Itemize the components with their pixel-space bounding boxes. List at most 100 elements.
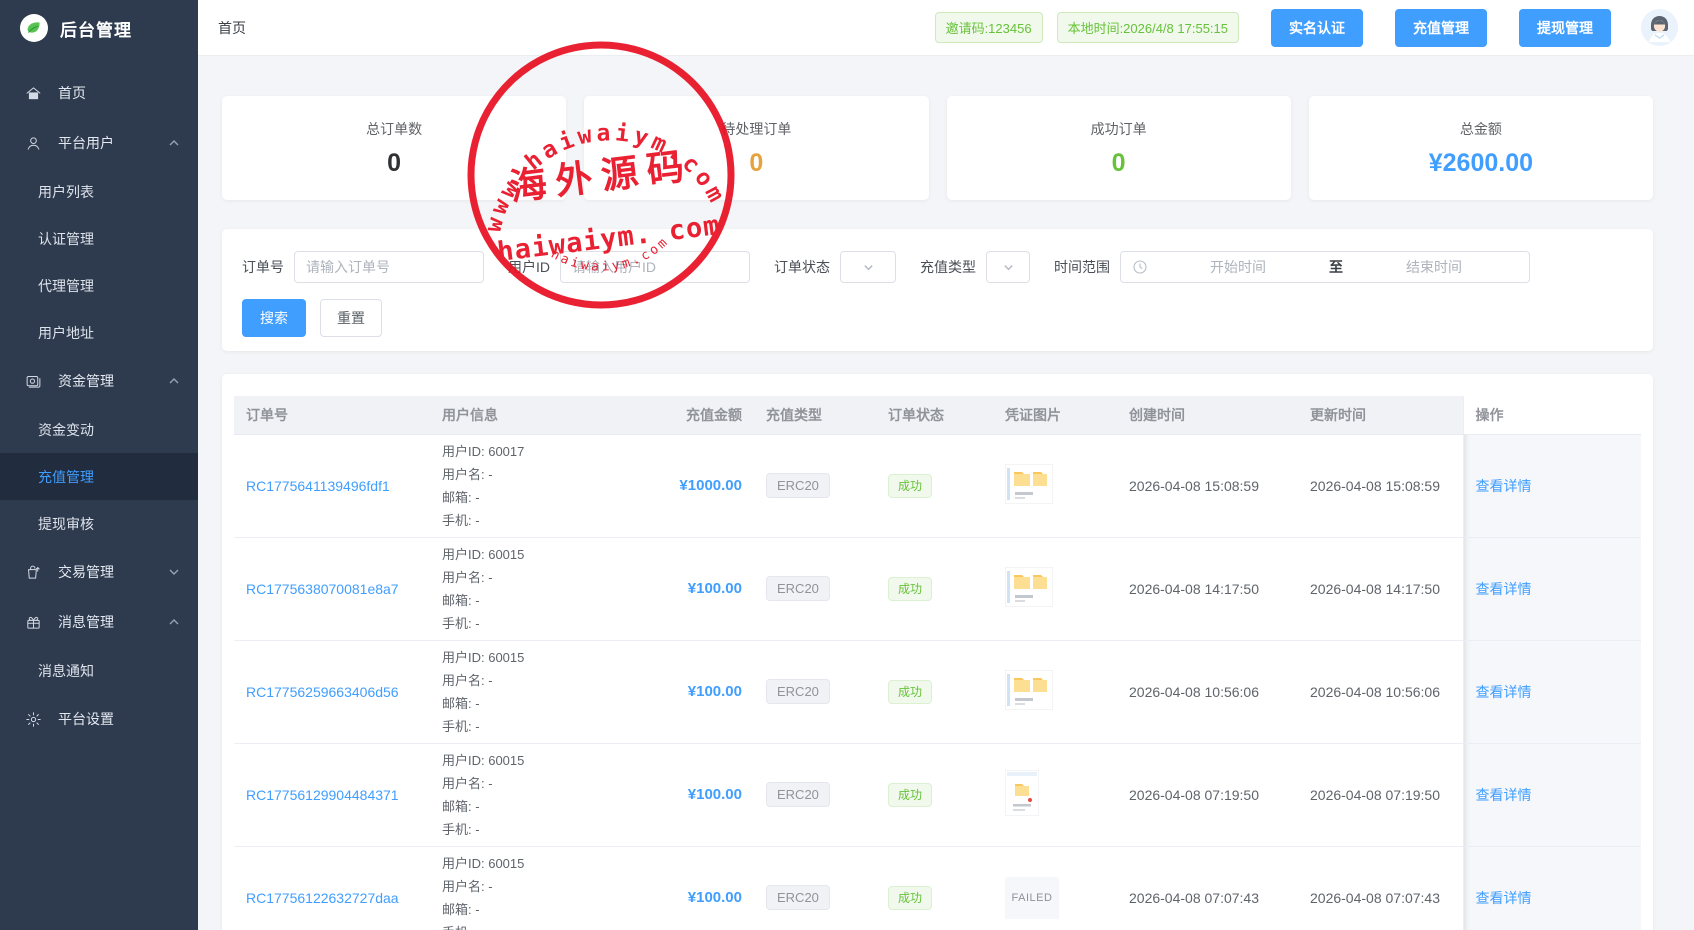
sub-label: 用户列表 bbox=[38, 182, 94, 202]
order-no-link[interactable]: RC1775641139496fdf1 bbox=[246, 478, 390, 494]
sidebar-item-message-notify[interactable]: 消息通知 bbox=[0, 647, 198, 694]
stat-label: 总订单数 bbox=[366, 119, 422, 139]
email-line: 邮箱: - bbox=[442, 486, 620, 509]
filter-panel: 订单号 用户ID 订单状态 充值类型 时间范围 bbox=[222, 229, 1653, 351]
recharge-manage-button[interactable]: 充值管理 bbox=[1395, 9, 1487, 47]
stat-card-total-amount: 总金额 ¥2600.00 bbox=[1309, 96, 1653, 200]
phone-line: 手机: - bbox=[442, 818, 620, 841]
time-range-picker[interactable]: 开始时间 至 结束时间 bbox=[1120, 251, 1530, 283]
col-actions: 操作 bbox=[1463, 396, 1641, 434]
order-status-select[interactable] bbox=[840, 251, 896, 283]
email-line: 邮箱: - bbox=[442, 898, 620, 921]
sidebar-item-platform-users[interactable]: 平台用户 bbox=[0, 118, 198, 168]
email-line: 邮箱: - bbox=[442, 589, 620, 612]
table-body: RC1775641139496fdf1 用户ID: 60017 用户名: - 邮… bbox=[234, 434, 1641, 930]
local-time-badge: 本地时间:2026/4/8 17:55:15 bbox=[1057, 12, 1239, 43]
voucher-image-thumbnail[interactable] bbox=[1005, 567, 1053, 610]
col-updated: 更新时间 bbox=[1298, 396, 1463, 434]
leaf-logo-icon bbox=[20, 14, 48, 42]
sidebar-item-trade[interactable]: 交易管理 bbox=[0, 547, 198, 597]
created-time: 2026-04-08 07:07:43 bbox=[1117, 846, 1298, 930]
realname-auth-button[interactable]: 实名认证 bbox=[1271, 9, 1363, 47]
stat-label: 待处理订单 bbox=[721, 119, 791, 139]
sidebar-item-recharge-manage[interactable]: 充值管理 bbox=[0, 453, 198, 500]
table-row: RC1775638070081e8a7 用户ID: 60015 用户名: - 邮… bbox=[234, 537, 1641, 640]
col-status: 订单状态 bbox=[876, 396, 993, 434]
end-time-placeholder[interactable]: 结束时间 bbox=[1351, 257, 1517, 277]
reset-button[interactable]: 重置 bbox=[320, 299, 382, 337]
view-detail-link[interactable]: 查看详情 bbox=[1476, 478, 1532, 494]
order-no-link[interactable]: RC17756122632727daa bbox=[246, 890, 399, 906]
invite-code-badge: 邀请码:123456 bbox=[935, 12, 1043, 43]
withdraw-manage-button[interactable]: 提现管理 bbox=[1519, 9, 1611, 47]
breadcrumb[interactable]: 首页 bbox=[218, 18, 246, 38]
table-row: RC17756259663406d56 用户ID: 60015 用户名: - 邮… bbox=[234, 640, 1641, 743]
sidebar-item-withdraw-review[interactable]: 提现审核 bbox=[0, 500, 198, 547]
recharge-type-tag: ERC20 bbox=[766, 782, 830, 807]
chevron-down-icon bbox=[168, 566, 180, 578]
sidebar: 后台管理 首页 平台用户 用户列表 认证管理 代理管理 用户地址 bbox=[0, 0, 198, 930]
status-badge: 成功 bbox=[888, 680, 932, 704]
recharge-type-tag: ERC20 bbox=[766, 576, 830, 601]
username-line: 用户名: - bbox=[442, 772, 620, 795]
view-detail-link[interactable]: 查看详情 bbox=[1476, 787, 1532, 803]
sidebar-item-auth-manage[interactable]: 认证管理 bbox=[0, 215, 198, 262]
order-no-input[interactable] bbox=[294, 251, 484, 283]
username-line: 用户名: - bbox=[442, 669, 620, 692]
order-no-link[interactable]: RC17756129904484371 bbox=[246, 787, 399, 803]
start-time-placeholder[interactable]: 开始时间 bbox=[1155, 257, 1321, 277]
sidebar-item-user-list[interactable]: 用户列表 bbox=[0, 168, 198, 215]
topbar-right: 邀请码:123456 本地时间:2026/4/8 17:55:15 实名认证 充… bbox=[935, 9, 1678, 47]
voucher-failed-placeholder[interactable]: FAILED bbox=[1005, 877, 1059, 919]
chevron-up-icon bbox=[168, 375, 180, 387]
phone-line: 手机: - bbox=[442, 715, 620, 738]
sidebar-item-label: 消息管理 bbox=[58, 612, 168, 632]
recharge-type-tag: ERC20 bbox=[766, 679, 830, 704]
stat-value: ¥2600.00 bbox=[1429, 149, 1533, 178]
sidebar-item-user-address[interactable]: 用户地址 bbox=[0, 309, 198, 356]
voucher-image-thumbnail[interactable] bbox=[1005, 770, 1039, 819]
app-title: 后台管理 bbox=[60, 16, 132, 41]
sidebar-item-home[interactable]: 首页 bbox=[0, 68, 198, 118]
search-button[interactable]: 搜索 bbox=[242, 299, 306, 337]
table-row: RC1775641139496fdf1 用户ID: 60017 用户名: - 邮… bbox=[234, 434, 1641, 537]
user-id-line: 用户ID: 60015 bbox=[442, 646, 620, 669]
order-no-link[interactable]: RC17756259663406d56 bbox=[246, 684, 399, 700]
stat-card-success-orders: 成功订单 0 bbox=[947, 96, 1291, 200]
sidebar-item-agent-manage[interactable]: 代理管理 bbox=[0, 262, 198, 309]
sidebar-item-platform-settings[interactable]: 平台设置 bbox=[0, 694, 198, 744]
sidebar-item-funds[interactable]: 资金管理 bbox=[0, 356, 198, 406]
voucher-image-thumbnail[interactable] bbox=[1005, 464, 1053, 507]
table-header-row: 订单号 用户信息 充值金额 充值类型 订单状态 凭证图片 创建时间 更新时间 操… bbox=[234, 396, 1641, 434]
trade-bag-icon bbox=[25, 564, 42, 581]
time-range-label: 时间范围 bbox=[1054, 257, 1110, 277]
col-user-info: 用户信息 bbox=[430, 396, 632, 434]
username-line: 用户名: - bbox=[442, 566, 620, 589]
home-icon bbox=[25, 85, 42, 102]
status-badge: 成功 bbox=[888, 474, 932, 498]
view-detail-link[interactable]: 查看详情 bbox=[1476, 684, 1532, 700]
sidebar-item-label: 平台设置 bbox=[58, 709, 180, 729]
stat-label: 总金额 bbox=[1460, 119, 1502, 139]
created-time: 2026-04-08 15:08:59 bbox=[1117, 434, 1298, 537]
user-id-line: 用户ID: 60017 bbox=[442, 440, 620, 463]
view-detail-link[interactable]: 查看详情 bbox=[1476, 890, 1532, 906]
sidebar-item-fund-changes[interactable]: 资金变动 bbox=[0, 406, 198, 453]
avatar[interactable] bbox=[1641, 9, 1678, 46]
recharge-type-select[interactable] bbox=[986, 251, 1030, 283]
user-id-input[interactable] bbox=[560, 251, 750, 283]
col-type: 充值类型 bbox=[754, 396, 876, 434]
voucher-image-thumbnail[interactable] bbox=[1005, 670, 1053, 713]
view-detail-link[interactable]: 查看详情 bbox=[1476, 581, 1532, 597]
created-time: 2026-04-08 14:17:50 bbox=[1117, 537, 1298, 640]
updated-time: 2026-04-08 14:17:50 bbox=[1298, 537, 1463, 640]
status-badge: 成功 bbox=[888, 577, 932, 601]
sidebar-item-messages[interactable]: 消息管理 bbox=[0, 597, 198, 647]
order-no-link[interactable]: RC1775638070081e8a7 bbox=[246, 581, 399, 597]
chevron-up-icon bbox=[168, 616, 180, 628]
orders-table: 订单号 用户信息 充值金额 充值类型 订单状态 凭证图片 创建时间 更新时间 操… bbox=[234, 396, 1641, 930]
col-voucher: 凭证图片 bbox=[993, 396, 1117, 434]
status-badge: 成功 bbox=[888, 783, 932, 807]
updated-time: 2026-04-08 07:19:50 bbox=[1298, 743, 1463, 846]
sub-label: 充值管理 bbox=[38, 467, 94, 487]
